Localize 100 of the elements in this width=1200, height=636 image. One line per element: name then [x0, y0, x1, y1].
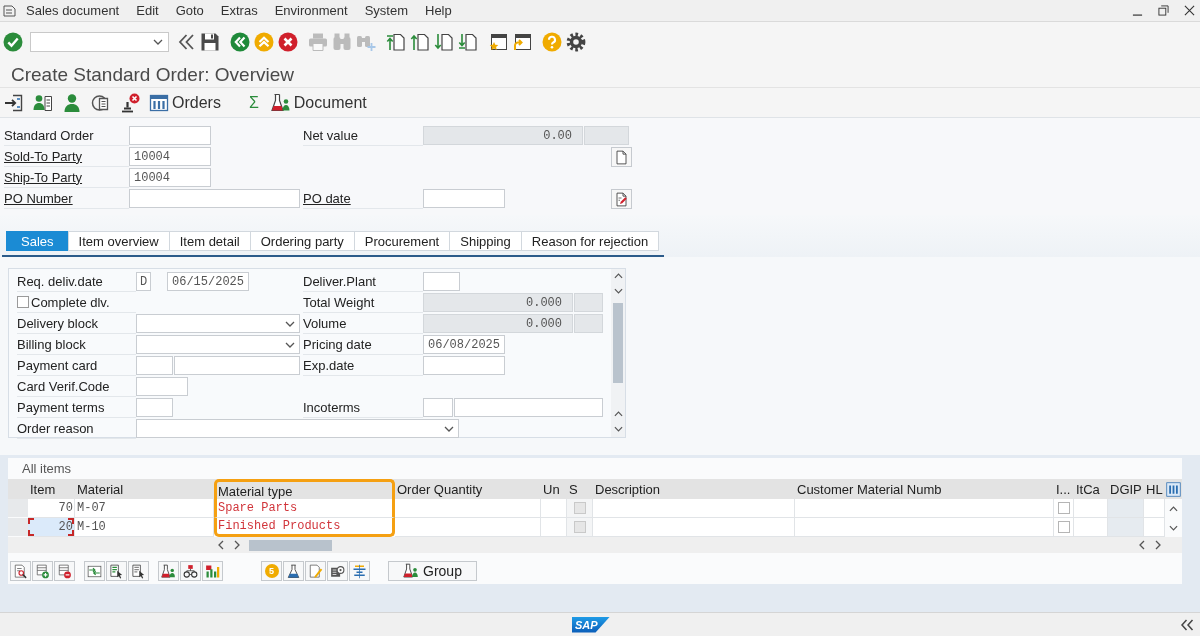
check-circle-icon[interactable]	[3, 32, 23, 52]
input-field[interactable]	[129, 189, 300, 208]
caret-left-icon[interactable]	[1139, 540, 1145, 550]
chevron-down-icon[interactable]	[153, 39, 163, 45]
checkbox[interactable]	[573, 521, 586, 533]
double-chevron-left-icon[interactable]	[1180, 618, 1194, 631]
chevron-down-icon[interactable]	[285, 341, 295, 348]
page-arrow-down-icon[interactable]	[434, 32, 454, 52]
arrow-page-icon[interactable]	[4, 92, 24, 113]
column-header[interactable]: DGIP	[1108, 479, 1144, 499]
close-icon[interactable]	[1184, 5, 1195, 16]
menu-item[interactable]: Goto	[175, 2, 204, 19]
column-header[interactable]: Un	[541, 479, 567, 499]
caret-down-icon[interactable]	[1169, 524, 1178, 531]
column-header[interactable]: Customer Material Numb	[795, 479, 1054, 499]
menu-icon[interactable]	[3, 4, 16, 17]
tab[interactable]: Item detail	[168, 231, 251, 251]
dropdown-field[interactable]	[136, 419, 459, 438]
field-link[interactable]: Sold-To Party	[4, 148, 83, 164]
input-field[interactable]	[136, 356, 173, 375]
page-arrow-up-bar-icon[interactable]	[386, 32, 406, 52]
checkbox[interactable]	[1057, 521, 1070, 533]
column-grid-icon[interactable]	[1166, 481, 1181, 497]
caret-right-icon[interactable]	[234, 540, 240, 550]
column-header[interactable]: HL	[1144, 479, 1165, 499]
dropdown-field[interactable]	[136, 314, 300, 333]
input-field[interactable]	[423, 189, 505, 208]
person-icon[interactable]	[62, 92, 82, 113]
caret-up-icon[interactable]	[1169, 505, 1178, 512]
stamp-cross-icon[interactable]	[120, 92, 140, 113]
page-arrow-up-icon[interactable]	[410, 32, 430, 52]
input-field[interactable]	[423, 398, 453, 417]
caret-up-icon[interactable]	[613, 273, 623, 279]
table-cell[interactable]: 20	[28, 518, 75, 537]
menu-item[interactable]: Environment	[274, 2, 348, 19]
caret-up-icon[interactable]	[613, 411, 623, 417]
tab[interactable]: Reason for rejection	[520, 231, 660, 251]
field-link[interactable]: PO Number	[4, 190, 73, 206]
menu-item[interactable]: Extras	[220, 2, 258, 19]
tab[interactable]: Shipping	[449, 231, 522, 251]
column-header[interactable]: Material type	[214, 479, 395, 499]
input-field[interactable]	[423, 272, 460, 291]
scroll-thumb[interactable]	[613, 303, 623, 383]
caret-left-icon[interactable]	[218, 540, 224, 550]
horizontal-scrollbar[interactable]	[8, 537, 1182, 553]
flask-person-icon[interactable]	[403, 563, 420, 579]
table-icon[interactable]	[149, 92, 169, 113]
chevron-down-icon[interactable]	[444, 425, 454, 432]
menu-item[interactable]: Edit	[136, 2, 159, 19]
menu-item[interactable]: Help	[425, 2, 452, 19]
checkbox[interactable]	[17, 296, 29, 308]
person-list-icon[interactable]	[33, 92, 53, 113]
column-header[interactable]: Material	[75, 479, 214, 499]
toolbar-button[interactable]: Document	[270, 91, 367, 114]
checkbox[interactable]	[573, 502, 586, 514]
column-header[interactable]: Description	[593, 479, 795, 499]
input-field[interactable]	[423, 356, 505, 375]
input-field[interactable]: D	[136, 272, 151, 291]
menu-item[interactable]: Sales document	[26, 2, 120, 19]
input-field[interactable]	[174, 356, 300, 375]
double-chevron-left-icon[interactable]	[176, 32, 196, 52]
field-link[interactable]: PO date	[303, 190, 351, 206]
field-link[interactable]: Ship-To Party	[4, 169, 83, 185]
chevron-down-icon[interactable]	[285, 320, 295, 327]
circle-page-icon[interactable]	[91, 92, 111, 113]
command-field[interactable]	[30, 32, 169, 52]
double-chevron-circle-icon[interactable]	[230, 32, 250, 52]
group-button[interactable]: Group	[388, 561, 477, 581]
input-field[interactable]: 06/15/2025	[167, 272, 249, 291]
restore-icon[interactable]	[1158, 5, 1169, 16]
caret-down-icon[interactable]	[613, 288, 623, 294]
tab[interactable]: Sales	[6, 231, 69, 251]
cross-circle-icon[interactable]	[278, 32, 298, 52]
column-header[interactable]: Order Quantity	[395, 479, 541, 499]
input-field[interactable]: 10004	[129, 147, 211, 166]
input-field[interactable]: 10004	[129, 168, 211, 187]
tab[interactable]: Item overview	[67, 231, 170, 251]
input-field[interactable]	[454, 398, 603, 417]
caret-down-icon[interactable]	[613, 426, 623, 432]
tab[interactable]: Ordering party	[249, 231, 355, 251]
toolbar-button[interactable]: Σ	[248, 91, 259, 114]
gear-icon[interactable]	[566, 32, 586, 52]
input-field[interactable]	[136, 398, 173, 417]
column-header[interactable]: S	[567, 479, 593, 499]
flask-person-icon[interactable]	[270, 92, 291, 113]
column-header[interactable]: ItCa	[1074, 479, 1108, 499]
input-field[interactable]	[136, 377, 188, 396]
column-header[interactable]: Item	[28, 479, 75, 499]
page-arrow-down-bar-icon[interactable]	[458, 32, 478, 52]
menu-item[interactable]: System	[364, 2, 408, 19]
table-cell[interactable]: 70	[28, 499, 75, 518]
tab[interactable]: Procurement	[353, 231, 451, 251]
checkbox[interactable]	[1057, 502, 1070, 514]
column-header[interactable]: I...	[1054, 479, 1074, 499]
scroll-thumb[interactable]	[249, 539, 332, 551]
toolbar-button[interactable]: Orders	[149, 91, 221, 114]
dropdown-field[interactable]	[136, 335, 300, 354]
input-field[interactable]	[129, 126, 211, 145]
input-field[interactable]: 06/08/2025	[423, 335, 505, 354]
vertical-scrollbar[interactable]	[611, 269, 625, 437]
